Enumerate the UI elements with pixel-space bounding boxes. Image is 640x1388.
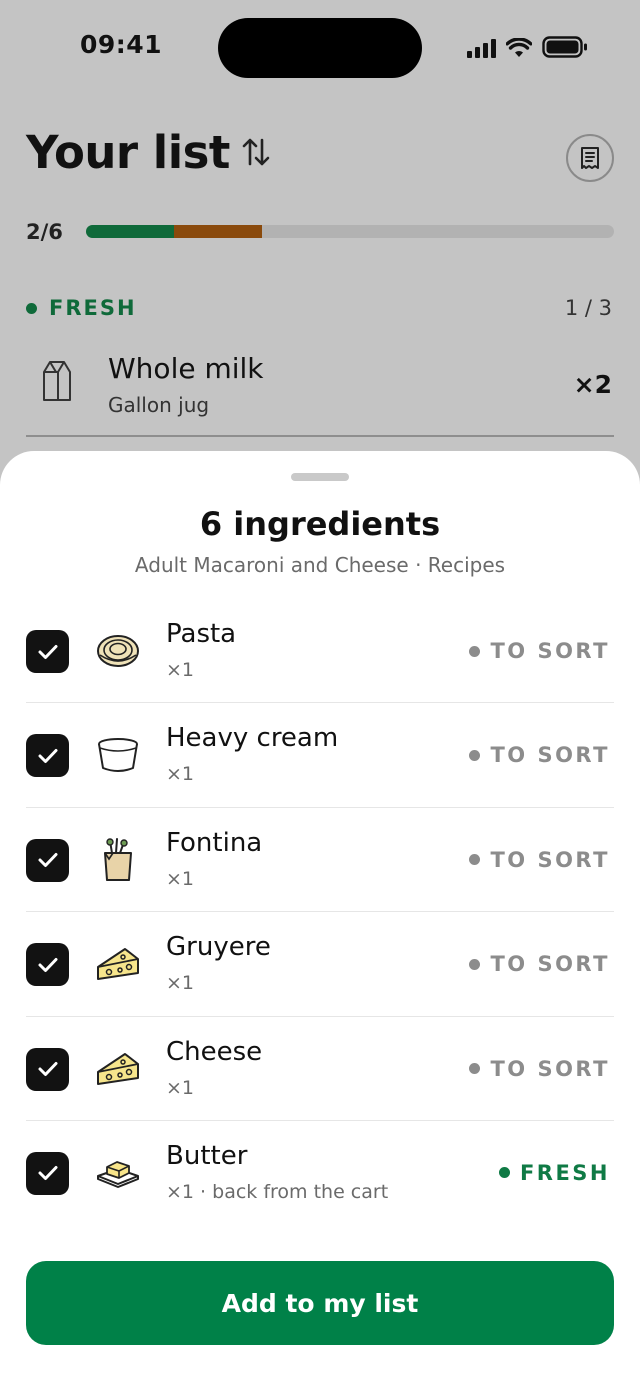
list-item-name[interactable]: Whole milk [108,352,264,385]
section-count: 1 / 3 [564,296,612,320]
checkmark-icon [38,1166,57,1181]
ingredient-name: Pasta [166,619,237,649]
checkmark-icon [38,957,57,972]
ingredient-detail: ×1 [166,867,195,890]
progress-fill-fresh [86,225,175,238]
list-item-detail: Gallon jug [108,393,210,417]
checkmark-icon [38,748,57,763]
ingredient-checkbox[interactable] [26,734,69,778]
sheet-subtitle: Adult Macaroni and Cheese · Recipes [134,553,506,577]
ingredient-detail: ×1 [166,763,195,786]
status-label: TO SORT [490,639,610,663]
receipt-icon [581,147,599,169]
status-label: TO SORT [490,952,610,977]
ingredient-checkbox[interactable] [26,630,69,673]
status-dot [469,854,481,866]
dynamic-island [218,18,422,78]
ingredient-name: Heavy cream [166,723,339,754]
ingredients-sheet: 6 ingredients Adult Macaroni and Cheese … [0,451,640,1388]
checkmark-icon [38,644,57,659]
cheese-icon [94,940,142,988]
status-dot [469,645,481,657]
status-badge[interactable]: TO SORT [469,743,610,767]
ingredient-name: Gruyere [166,932,271,963]
status-label: TO SORT [490,743,610,768]
receipt-button[interactable] [566,134,614,182]
status-badge[interactable]: TO SORT [469,952,610,976]
ingredient-checkbox[interactable] [26,838,69,882]
ingredient-row[interactable]: Butter ×1 · back from the cart FRESH [26,1121,614,1225]
ingredient-name: Cheese [166,1036,263,1067]
checkmark-icon [38,853,57,868]
ingredient-row[interactable]: Cheese ×1 TO SORT [26,1017,614,1121]
ingredient-row[interactable]: Fontina ×1 TO SORT [26,808,614,913]
ingredient-checkbox[interactable] [26,1047,69,1091]
sort-icon[interactable] [240,136,272,168]
progress-count: 2/6 [26,220,63,244]
ingredient-checkbox[interactable] [26,943,69,987]
add-to-list-button[interactable]: Add to my list [26,1261,614,1345]
milk-carton-icon [43,361,71,401]
section-header: FRESH [26,296,137,320]
status-icons [467,36,588,58]
status-dot [498,1167,510,1179]
progress-bar [86,225,614,238]
ingredient-row[interactable]: Heavy cream ×1 TO SORT [26,703,614,808]
section-label: FRESH [49,296,137,320]
ingredient-row[interactable]: Gruyere ×1 TO SORT [26,912,614,1017]
status-dot [469,958,481,970]
status-dot [469,749,481,761]
status-badge[interactable]: TO SORT [469,639,610,663]
status-label: FRESH [519,1160,610,1185]
checkmark-icon [38,1062,57,1077]
battery-icon [542,36,587,58]
sheet-title: 6 ingredients [199,505,441,543]
list-item-quantity: ×2 [573,370,612,399]
status-badge[interactable]: FRESH [498,1160,610,1185]
progress-fill-other [174,225,263,238]
divider [26,435,614,437]
status-dot [469,1063,481,1075]
status-badge[interactable]: TO SORT [469,848,610,872]
cellular-signal-icon [467,38,496,58]
status-label: TO SORT [490,1056,610,1081]
sheet-grabber[interactable] [291,473,349,481]
ingredient-detail: ×1 [166,972,195,995]
ingredient-name: Butter [166,1140,248,1171]
ingredient-name: Fontina [166,827,263,858]
ingredient-list: Pasta ×1 TO SORT Heavy cream ×1 TO SORT … [26,599,614,1225]
ingredient-detail: ×1 [166,1076,195,1099]
ingredient-row[interactable]: Pasta ×1 TO SORT [26,599,614,704]
ingredient-detail: ×1 [166,659,195,681]
butter-icon [94,1149,142,1197]
status-badge[interactable]: TO SORT [469,1057,610,1081]
status-time: 09:41 [80,30,163,59]
status-label: TO SORT [490,847,610,872]
cheese-icon [94,1045,142,1093]
page-title: Your list [26,126,230,179]
wifi-icon [506,38,532,57]
status-bar: 09:41 [0,0,640,96]
grocery-bag-icon [94,836,142,884]
ingredient-checkbox[interactable] [26,1151,69,1195]
pasta-icon [94,627,142,675]
cream-tub-icon [94,731,142,779]
ingredient-detail: ×1 · back from the cart [166,1180,389,1203]
section-dot [26,302,37,314]
